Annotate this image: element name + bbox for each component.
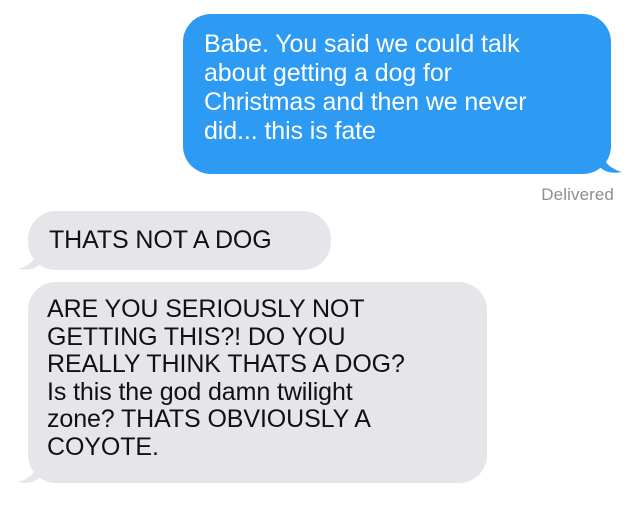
received-message-bubble[interactable]: ARE YOU SERIOUSLY NOT GETTING THIS?! DO … — [28, 282, 487, 483]
message-thread: Babe. You said we could talk about getti… — [0, 0, 640, 529]
sent-message-bubble[interactable]: Babe. You said we could talk about getti… — [183, 14, 611, 174]
received-message-bubble[interactable]: THATS NOT A DOG — [28, 211, 331, 270]
delivery-status: Delivered — [541, 185, 614, 204]
